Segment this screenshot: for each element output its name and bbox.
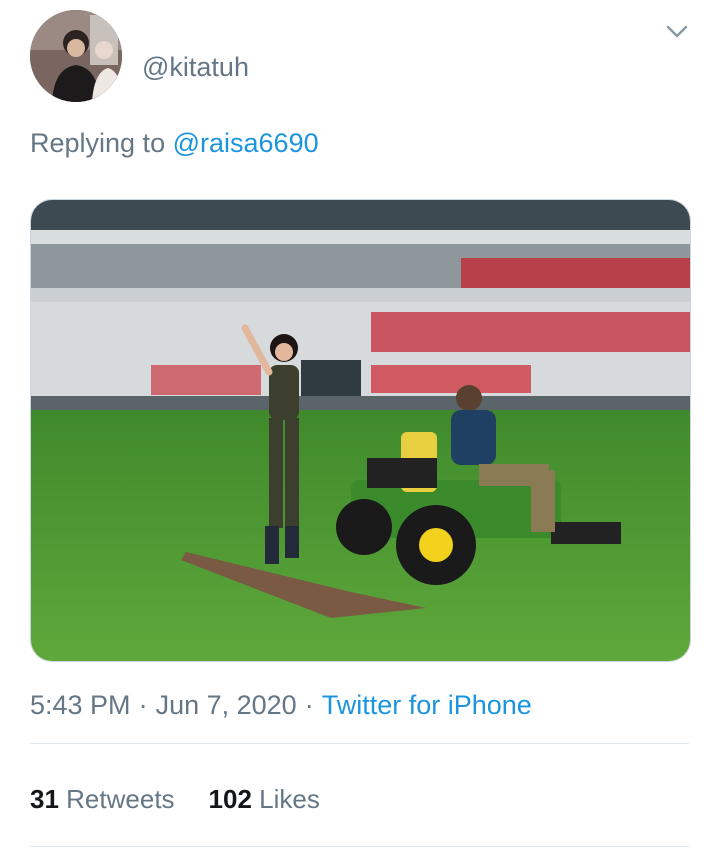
retweets-count: 31 [30, 784, 59, 814]
divider [30, 743, 689, 744]
separator: · [304, 690, 314, 720]
likes-count: 102 [208, 784, 252, 814]
user-handle[interactable]: @kitatuh [142, 52, 249, 83]
separator: · [138, 690, 148, 720]
tweet-source-link[interactable]: Twitter for iPhone [322, 690, 532, 720]
stadium-photo [31, 200, 690, 661]
tweet-time[interactable]: 5:43 PM [30, 690, 131, 720]
avatar[interactable] [30, 10, 122, 102]
tweet-photo[interactable] [30, 199, 691, 662]
avatar-image [30, 10, 122, 102]
tweet-stats: 31 Retweets 102 Likes [30, 784, 320, 815]
reply-mention-link[interactable]: @raisa6690 [173, 128, 319, 158]
likes-label: Likes [259, 784, 320, 814]
retweets-stat[interactable]: 31 Retweets [30, 784, 175, 814]
tweet-meta: 5:43 PM · Jun 7, 2020 · Twitter for iPhone [30, 690, 532, 721]
chevron-down-icon[interactable] [664, 18, 690, 44]
divider [30, 846, 689, 847]
retweets-label: Retweets [66, 784, 175, 814]
tweet-date[interactable]: Jun 7, 2020 [156, 690, 297, 720]
likes-stat[interactable]: 102 Likes [209, 784, 320, 814]
reply-prefix: Replying to [30, 128, 166, 158]
replying-to: Replying to @raisa6690 [30, 128, 319, 159]
